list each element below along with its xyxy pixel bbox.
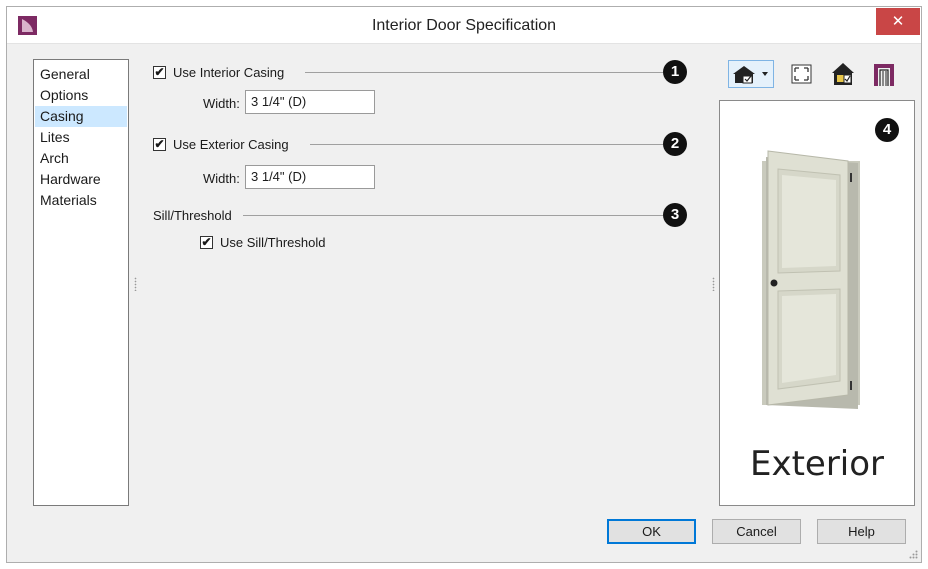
exterior-width-label: Width: xyxy=(203,171,240,186)
door-image xyxy=(762,150,860,409)
sill-threshold-section-label: Sill/Threshold xyxy=(153,208,232,223)
callout-1: 1 xyxy=(663,60,687,84)
interior-width-field[interactable]: 3 1/4" (D) xyxy=(245,90,375,114)
use-sill-threshold-label: Use Sill/Threshold xyxy=(220,235,326,250)
nav-item-general[interactable]: General xyxy=(35,64,127,85)
use-interior-casing-label: Use Interior Casing xyxy=(173,65,285,80)
exterior-width-field[interactable]: 3 1/4" (D) xyxy=(245,165,375,189)
nav-item-arch[interactable]: Arch xyxy=(35,148,127,169)
use-sill-threshold-checkbox[interactable]: ✔ xyxy=(200,236,213,249)
section-divider xyxy=(243,215,663,216)
help-button[interactable]: Help xyxy=(817,519,906,544)
nav-item-materials[interactable]: Materials xyxy=(35,190,127,211)
use-interior-casing-checkbox[interactable]: ✔ xyxy=(153,66,166,79)
nav-item-hardware[interactable]: Hardware xyxy=(35,169,127,190)
fill-window-icon[interactable] xyxy=(789,60,815,88)
door-preview-panel[interactable]: 4 Exterior xyxy=(719,100,915,506)
preview-side-label: Exterior xyxy=(749,444,885,484)
show-room-icon[interactable] xyxy=(829,60,857,88)
callout-4: 4 xyxy=(875,118,899,142)
cancel-button[interactable]: Cancel xyxy=(712,519,801,544)
splitter-grip-left[interactable] xyxy=(134,277,137,291)
use-exterior-casing-checkbox[interactable]: ✔ xyxy=(153,138,166,151)
nav-item-lites[interactable]: Lites xyxy=(35,127,127,148)
window-title: Interior Door Specification xyxy=(371,17,557,34)
callout-2: 2 xyxy=(663,132,687,156)
title-bar[interactable]: Interior Door Specification ✕ xyxy=(7,7,921,44)
use-exterior-casing-label: Use Exterior Casing xyxy=(173,137,289,152)
callout-3: 3 xyxy=(663,203,687,227)
section-divider xyxy=(310,144,663,145)
resize-grip-icon[interactable] xyxy=(908,549,918,559)
interior-width-label: Width: xyxy=(203,96,240,111)
dialog-window: Interior Door Specification ✕ General Op… xyxy=(6,6,922,563)
section-divider xyxy=(305,72,663,73)
show-casing-icon[interactable] xyxy=(871,60,897,88)
nav-item-options[interactable]: Options xyxy=(35,85,127,106)
nav-item-casing[interactable]: Casing xyxy=(35,106,127,127)
ok-button[interactable]: OK xyxy=(607,519,696,544)
splitter-grip-right[interactable] xyxy=(712,277,715,291)
close-button[interactable]: ✕ xyxy=(876,8,920,35)
category-list[interactable]: General Options Casing Lites Arch Hardwa… xyxy=(33,59,129,506)
view-options-icon[interactable] xyxy=(728,60,774,88)
